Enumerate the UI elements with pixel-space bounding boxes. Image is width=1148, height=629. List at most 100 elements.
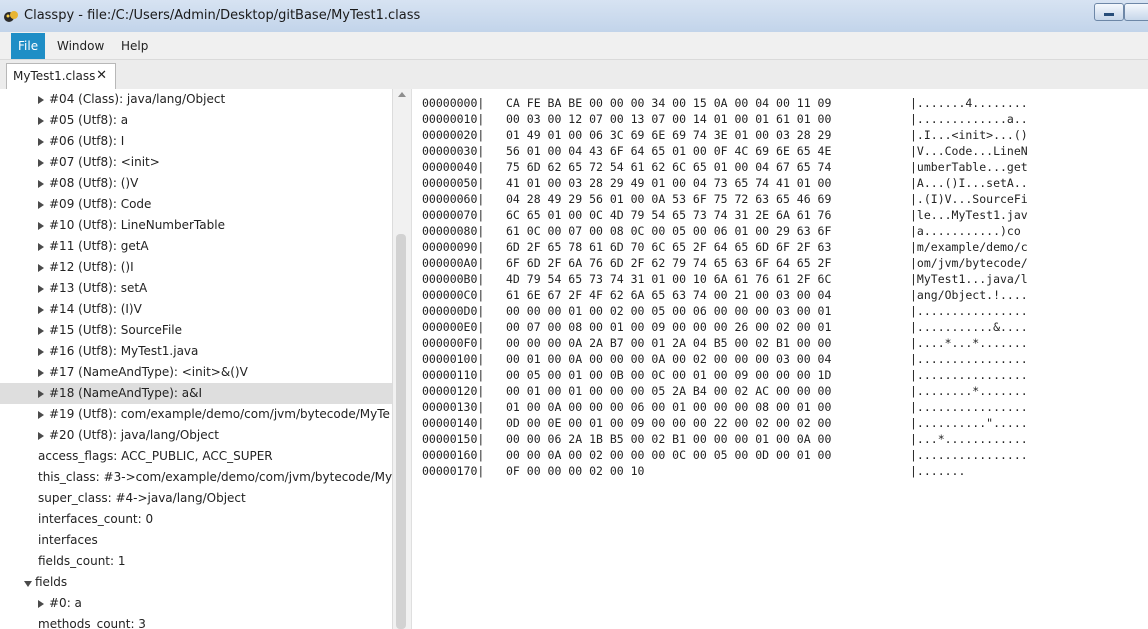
hex-bytes[interactable]: 00 01 00 0A 00 00 00 0A 00 02 00 00 00 0…: [506, 351, 831, 367]
tree-item[interactable]: #06 (Utf8): I: [0, 131, 392, 152]
collapsed-arrow-icon[interactable]: [38, 117, 44, 125]
tab-mytest1-class[interactable]: MyTest1.class ✕: [6, 63, 116, 89]
hex-bytes[interactable]: 61 0C 00 07 00 08 0C 00 05 00 06 01 00 2…: [506, 223, 831, 239]
collapsed-arrow-icon[interactable]: [38, 600, 44, 608]
collapsed-arrow-icon[interactable]: [38, 369, 44, 377]
tree-item-label: #06 (Utf8): I: [49, 134, 125, 148]
hex-address: 00000090|: [422, 240, 485, 254]
tree-item[interactable]: super_class: #4->java/lang/Object: [0, 488, 392, 509]
tree-scrollbar[interactable]: [392, 89, 411, 629]
tree-item[interactable]: #19 (Utf8): com/example/demo/com/jvm/byt…: [0, 404, 392, 425]
collapsed-arrow-icon[interactable]: [38, 180, 44, 188]
collapsed-arrow-icon[interactable]: [38, 390, 44, 398]
tree-item[interactable]: #18 (NameAndType): a&I: [0, 383, 392, 404]
tree-item[interactable]: fields: [0, 572, 392, 593]
collapsed-arrow-icon[interactable]: [38, 348, 44, 356]
scroll-up-arrow-icon[interactable]: [398, 92, 406, 97]
hex-bytes[interactable]: 00 00 00 01 00 02 00 05 00 06 00 00 00 0…: [506, 303, 831, 319]
hex-bytes[interactable]: 6C 65 01 00 0C 4D 79 54 65 73 74 31 2E 6…: [506, 207, 831, 223]
collapsed-arrow-icon[interactable]: [38, 96, 44, 104]
hex-bytes[interactable]: 41 01 00 03 28 29 49 01 00 04 73 65 74 4…: [506, 175, 831, 191]
menu-file[interactable]: File: [11, 33, 46, 59]
tree-item[interactable]: #05 (Utf8): a: [0, 110, 392, 131]
tree-item[interactable]: #16 (Utf8): MyTest1.java: [0, 341, 392, 362]
hex-address: 000000F0|: [422, 336, 485, 350]
tree-item[interactable]: interfaces: [0, 530, 392, 551]
tree-item[interactable]: #17 (NameAndType): <init>&()V: [0, 362, 392, 383]
close-tab-icon[interactable]: ✕: [96, 64, 107, 88]
hex-bytes[interactable]: 00 00 06 2A 1B B5 00 02 B1 00 00 00 01 0…: [506, 431, 831, 447]
tree-item-label: #11 (Utf8): getA: [49, 239, 149, 253]
hex-bytes[interactable]: 0F 00 00 00 02 00 10: [506, 463, 644, 479]
tree-item[interactable]: #10 (Utf8): LineNumberTable: [0, 215, 392, 236]
hex-bytes[interactable]: 00 05 00 01 00 0B 00 0C 00 01 00 09 00 0…: [506, 367, 831, 383]
hex-bytes[interactable]: 01 00 0A 00 00 00 06 00 01 00 00 00 08 0…: [506, 399, 831, 415]
tree-item[interactable]: this_class: #3->com/example/demo/com/jvm…: [0, 467, 392, 488]
tree-item[interactable]: #08 (Utf8): ()V: [0, 173, 392, 194]
tree-item[interactable]: #14 (Utf8): (I)V: [0, 299, 392, 320]
menu-bar: [0, 32, 1148, 60]
hex-bytes[interactable]: 00 00 00 0A 2A B7 00 01 2A 04 B5 00 02 B…: [506, 335, 831, 351]
hex-address: 00000080|: [422, 224, 485, 238]
hex-bytes[interactable]: CA FE BA BE 00 00 00 34 00 15 0A 00 04 0…: [506, 95, 831, 111]
menu-window[interactable]: Window: [50, 33, 111, 59]
collapsed-arrow-icon[interactable]: [38, 138, 44, 146]
collapsed-arrow-icon[interactable]: [38, 159, 44, 167]
hex-bytes[interactable]: 6F 6D 2F 6A 76 6D 2F 62 79 74 65 63 6F 6…: [506, 255, 831, 271]
hex-bytes[interactable]: 61 6E 67 2F 4F 62 6A 65 63 74 00 21 00 0…: [506, 287, 831, 303]
collapsed-arrow-icon[interactable]: [38, 243, 44, 251]
tree-item-label: methods_count: 3: [38, 617, 146, 629]
hex-bytes[interactable]: 75 6D 62 65 72 54 61 62 6C 65 01 00 04 6…: [506, 159, 831, 175]
hex-bytes[interactable]: 56 01 00 04 43 6F 64 65 01 00 0F 4C 69 6…: [506, 143, 831, 159]
collapsed-arrow-icon[interactable]: [38, 201, 44, 209]
tree-item[interactable]: #13 (Utf8): setA: [0, 278, 392, 299]
tree-item[interactable]: #11 (Utf8): getA: [0, 236, 392, 257]
tree-item[interactable]: fields_count: 1: [0, 551, 392, 572]
tree-item[interactable]: methods_count: 3: [0, 614, 392, 629]
hex-ascii: |V...Code...LineN: [910, 144, 1028, 158]
collapsed-arrow-icon[interactable]: [38, 285, 44, 293]
hex-bytes[interactable]: 04 28 49 29 56 01 00 0A 53 6F 75 72 63 6…: [506, 191, 831, 207]
tree-item[interactable]: #20 (Utf8): java/lang/Object: [0, 425, 392, 446]
tree-item[interactable]: #09 (Utf8): Code: [0, 194, 392, 215]
tree-item[interactable]: #15 (Utf8): SourceFile: [0, 320, 392, 341]
tree-item-label: #19 (Utf8): com/example/demo/com/jvm/byt…: [49, 407, 390, 421]
scroll-thumb[interactable]: [396, 234, 406, 629]
tree-item[interactable]: #07 (Utf8): <init>: [0, 152, 392, 173]
tree-item[interactable]: #12 (Utf8): ()I: [0, 257, 392, 278]
hex-bytes[interactable]: 00 00 0A 00 02 00 00 00 0C 00 05 00 0D 0…: [506, 447, 831, 463]
tree-item-label: #0: a: [49, 596, 82, 610]
hex-bytes[interactable]: 00 07 00 08 00 01 00 09 00 00 00 26 00 0…: [506, 319, 831, 335]
tree-item[interactable]: #04 (Class): java/lang/Object: [0, 89, 392, 110]
collapsed-arrow-icon[interactable]: [38, 411, 44, 419]
tree-item-label: #15 (Utf8): SourceFile: [49, 323, 183, 337]
hex-bytes[interactable]: 01 49 01 00 06 3C 69 6E 69 74 3E 01 00 0…: [506, 127, 831, 143]
tree-item-label: #04 (Class): java/lang/Object: [49, 92, 226, 106]
tab-bar: [0, 60, 1148, 90]
collapsed-arrow-icon[interactable]: [38, 222, 44, 230]
collapsed-arrow-icon[interactable]: [38, 432, 44, 440]
hex-bytes[interactable]: 4D 79 54 65 73 74 31 01 00 10 6A 61 76 6…: [506, 271, 831, 287]
maximize-button[interactable]: [1124, 3, 1148, 21]
hex-address: 00000100|: [422, 352, 485, 366]
hex-ascii: |....*...*.......: [910, 336, 1028, 350]
tree-item[interactable]: #0: a: [0, 593, 392, 614]
tree-item[interactable]: access_flags: ACC_PUBLIC, ACC_SUPER: [0, 446, 392, 467]
collapsed-arrow-icon[interactable]: [38, 264, 44, 272]
hex-bytes[interactable]: 6D 2F 65 78 61 6D 70 6C 65 2F 64 65 6D 6…: [506, 239, 831, 255]
minimize-button[interactable]: [1094, 3, 1124, 21]
hex-address: 00000000|: [422, 96, 485, 110]
collapsed-arrow-icon[interactable]: [38, 327, 44, 335]
menu-help[interactable]: Help: [114, 33, 155, 59]
hex-bytes[interactable]: 00 03 00 12 07 00 13 07 00 14 01 00 01 6…: [506, 111, 831, 127]
hex-bytes[interactable]: 0D 00 0E 00 01 00 09 00 00 00 22 00 02 0…: [506, 415, 831, 431]
tree-item-label: interfaces: [38, 533, 98, 547]
hex-ascii: |A...()I...setA..: [910, 176, 1028, 190]
hex-bytes[interactable]: 00 01 00 01 00 00 00 05 2A B4 00 02 AC 0…: [506, 383, 831, 399]
class-structure-tree[interactable]: #04 (Class): java/lang/Object #05 (Utf8):…: [0, 89, 392, 629]
hex-address: 000000D0|: [422, 304, 485, 318]
hex-ascii: |om/jvm/bytecode/: [910, 256, 1028, 270]
expanded-arrow-icon[interactable]: [24, 581, 32, 587]
tree-item[interactable]: interfaces_count: 0: [0, 509, 392, 530]
collapsed-arrow-icon[interactable]: [38, 306, 44, 314]
